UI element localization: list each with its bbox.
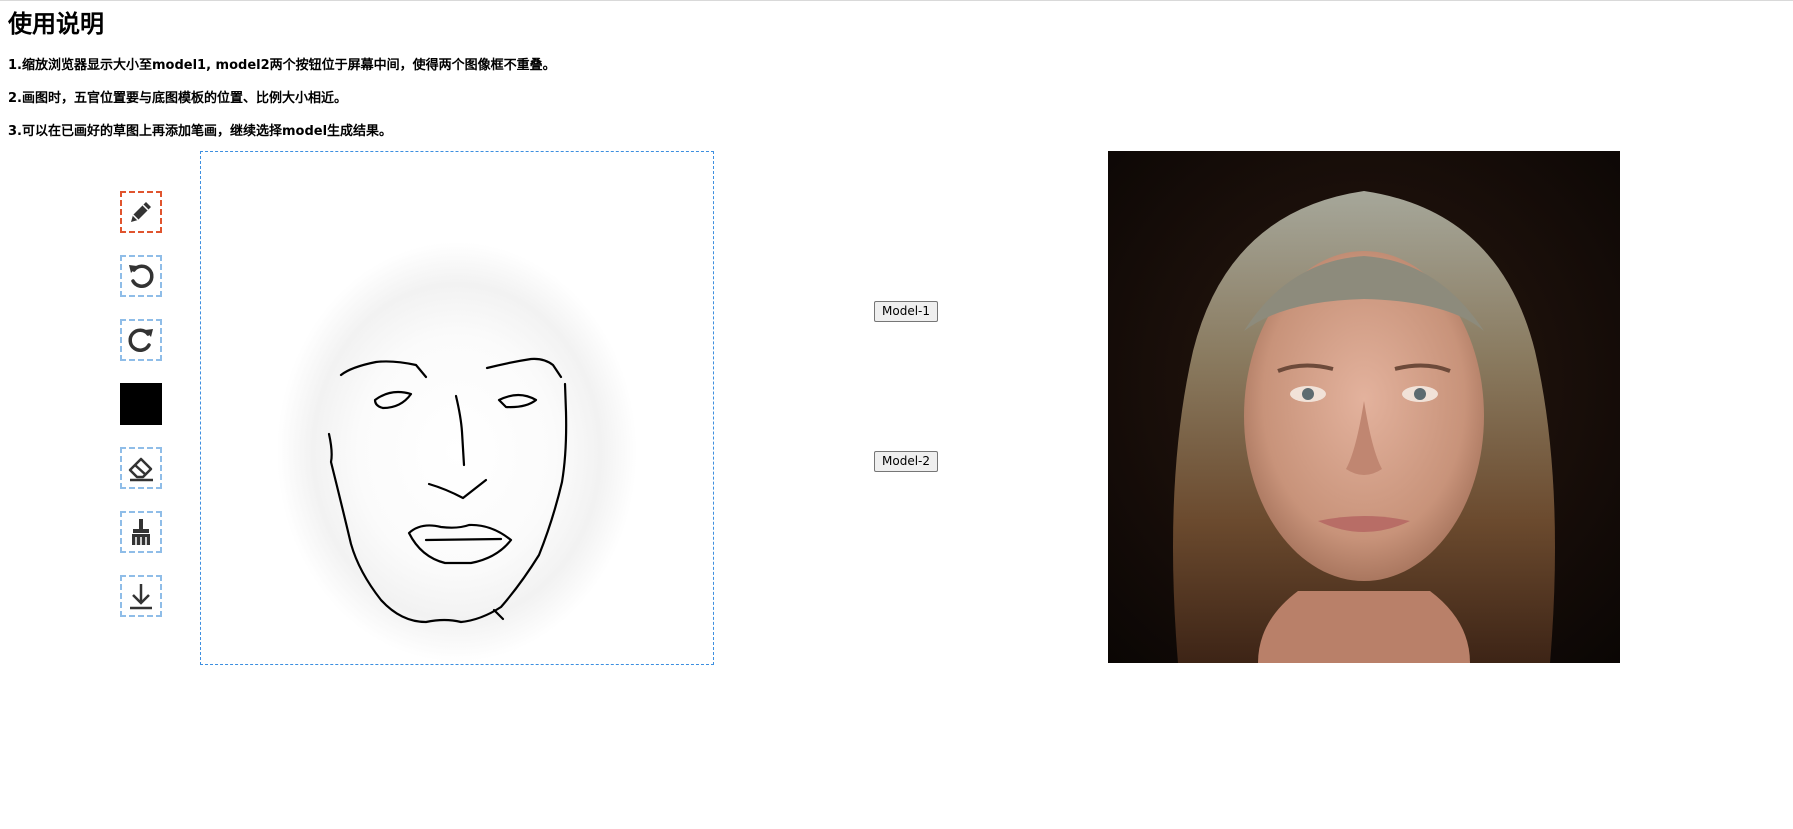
sketch-drawing	[277, 242, 637, 662]
instruction-3: 3.可以在已画好的草图上再添加笔画，继续选择model生成结果。	[8, 124, 393, 139]
model-1-button[interactable]: Model-1	[874, 301, 938, 322]
redo-icon	[128, 328, 153, 352]
instruction-1: 1.缩放浏览器显示大小至model1, model2两个按钮位于屏幕中间，使得两…	[8, 58, 556, 73]
download-button[interactable]	[120, 575, 162, 617]
sketch-canvas[interactable]	[200, 151, 714, 665]
generated-face-image	[1108, 151, 1620, 663]
top-divider	[0, 0, 1793, 1]
color-picker-button[interactable]	[120, 383, 162, 425]
undo-button[interactable]	[120, 255, 162, 297]
undo-icon	[129, 264, 154, 288]
page-title: 使用说明	[8, 10, 104, 38]
clear-canvas-button[interactable]	[120, 511, 162, 553]
eraser-icon	[128, 457, 153, 482]
eraser-button[interactable]	[120, 447, 162, 489]
broom-icon	[132, 519, 150, 545]
pencil-icon	[131, 202, 151, 222]
model-2-button[interactable]: Model-2	[874, 451, 938, 472]
generated-portrait	[1108, 151, 1620, 663]
color-swatch	[120, 383, 162, 425]
download-icon	[130, 584, 152, 610]
instruction-2: 2.画图时，五官位置要与底图模板的位置、比例大小相近。	[8, 91, 347, 106]
pencil-tool-button[interactable]	[120, 191, 162, 233]
redo-button[interactable]	[120, 319, 162, 361]
